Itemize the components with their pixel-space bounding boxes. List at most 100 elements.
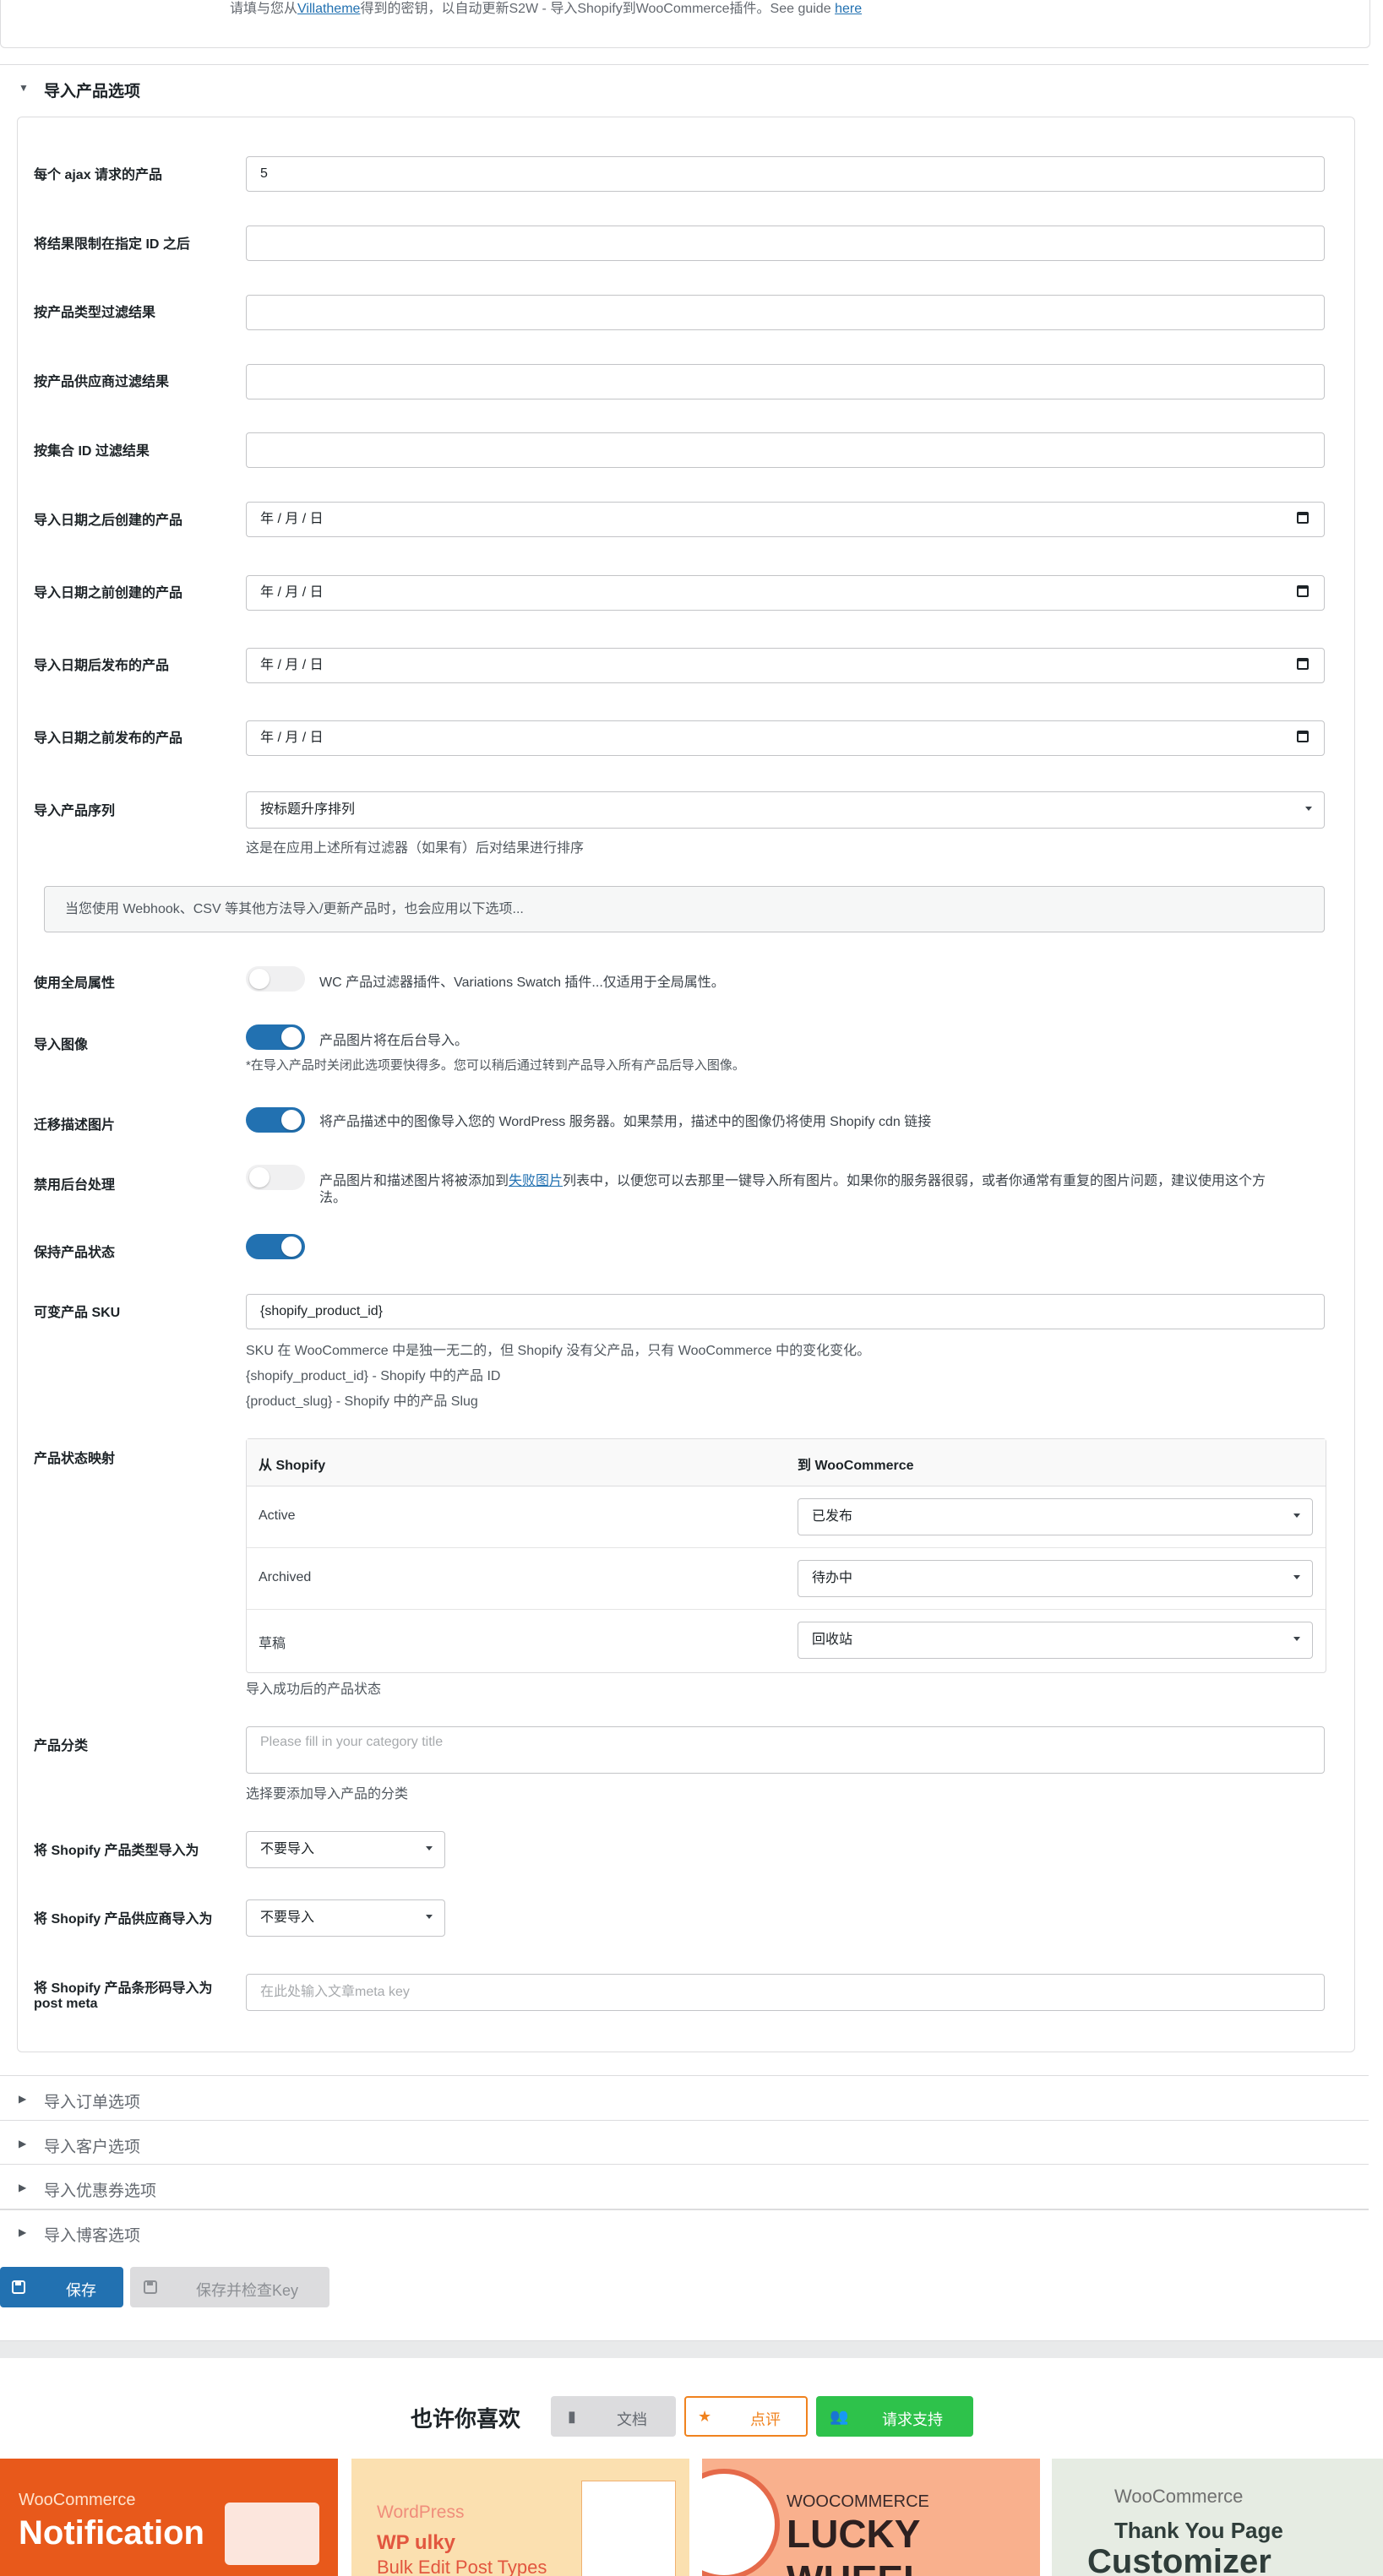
to-status-select[interactable]: 待办中 xyxy=(798,1560,1313,1597)
order-select[interactable]: 按标题升序排列 xyxy=(246,791,1325,829)
toggle-knob xyxy=(281,1027,302,1047)
product-type-label: 按产品类型过滤结果 xyxy=(34,306,156,320)
category-input[interactable]: Please fill in your category title xyxy=(246,1726,1325,1774)
section-import-blogs[interactable]: ▶ 导入博客选项 xyxy=(0,2209,1369,2245)
type-import-select[interactable]: 不要导入 xyxy=(246,1831,445,1868)
caret-right-icon: ▶ xyxy=(19,2226,27,2238)
section-import-products[interactable]: ▼ 导入产品选项 xyxy=(0,64,1369,109)
disable-background-text-line2: 法。 xyxy=(319,1191,347,1205)
calendar-icon[interactable] xyxy=(1297,585,1309,597)
vendor-import-label: 将 Shopify 产品供应商导入为 xyxy=(34,1912,213,1927)
products-per-request-label: 每个 ajax 请求的产品 xyxy=(34,168,163,182)
created-after-date[interactable]: 年 / 月 / 日 xyxy=(246,502,1325,537)
review-button[interactable]: ★ 点评 xyxy=(684,2396,808,2437)
calendar-icon[interactable] xyxy=(1297,731,1309,742)
section-title: 导入博客选项 xyxy=(44,2227,141,2245)
failed-images-link[interactable]: 失败图片 xyxy=(509,1174,563,1188)
collection-id-input[interactable] xyxy=(246,432,1325,468)
section-import-coupons[interactable]: ▶ 导入优惠券选项 xyxy=(0,2164,1369,2209)
vendor-import-select[interactable]: 不要导入 xyxy=(246,1899,445,1937)
calendar-icon[interactable] xyxy=(1297,658,1309,670)
barcode-import-label: 将 Shopify 产品条形码导入为 xyxy=(34,1981,213,1996)
sku-help-2: {shopify_product_id} - Shopify 中的产品 ID xyxy=(246,1369,501,1383)
disable-background-label: 禁用后台处理 xyxy=(34,1178,116,1193)
published-before-date[interactable]: 年 / 月 / 日 xyxy=(246,720,1325,756)
created-before-date[interactable]: 年 / 月 / 日 xyxy=(246,575,1325,611)
floppy-icon xyxy=(12,2280,25,2294)
vendor-input[interactable] xyxy=(246,364,1325,399)
notification-mockup xyxy=(225,2503,319,2565)
caret-right-icon: ▶ xyxy=(19,2093,27,2105)
promo-card-lucky-wheel[interactable]: WOOCOMMERCE LUCKY WHEEL xyxy=(702,2459,1040,2576)
sku-input[interactable]: {shopify_product_id} xyxy=(246,1294,1325,1329)
sku-label: 可变产品 SKU xyxy=(34,1306,121,1320)
toggle-knob xyxy=(281,1236,302,1257)
order-label: 导入产品序列 xyxy=(34,804,116,818)
promo-card-thankyou[interactable]: WooCommerce Thank You Page Customizer xyxy=(1052,2459,1383,2576)
vendor-label: 按产品供应商过滤结果 xyxy=(34,375,170,389)
status-map-help: 导入成功后的产品状态 xyxy=(246,1682,382,1697)
product-type-input[interactable] xyxy=(246,295,1325,330)
disable-background-text: 产品图片和描述图片将被添加到失败图片列表中，以便您可以去那里一键导入所有图片。如… xyxy=(319,1174,1266,1188)
col-from: 从 Shopify xyxy=(259,1459,326,1473)
global-attributes-toggle[interactable] xyxy=(246,966,305,992)
caret-right-icon: ▶ xyxy=(19,2138,27,2149)
save-button[interactable]: 保存 xyxy=(0,2267,123,2307)
import-images-label: 导入图像 xyxy=(34,1038,89,1052)
promo-card-notification[interactable]: WooCommerce Notification xyxy=(0,2459,338,2576)
to-status-select[interactable]: 已发布 xyxy=(798,1498,1313,1535)
section-title: 导入客户选项 xyxy=(44,2139,141,2156)
sku-help-3: {product_slug} - Shopify 中的产品 Slug xyxy=(246,1394,478,1409)
migrate-desc-images-toggle[interactable] xyxy=(246,1107,305,1133)
type-import-label: 将 Shopify 产品类型导入为 xyxy=(34,1844,199,1858)
from-status: Active xyxy=(259,1508,296,1523)
from-status: 草稿 xyxy=(259,1637,286,1651)
notice-box: 当您使用 Webhook、CSV 等其他方法导入/更新产品时，也会应用以下选项.… xyxy=(44,886,1325,932)
order-help: 这是在应用上述所有过滤器（如果有）后对结果进行排序 xyxy=(246,841,585,856)
star-icon: ★ xyxy=(698,2408,712,2425)
caret-down-icon xyxy=(426,1846,433,1850)
sku-help-1: SKU 在 WooCommerce 中是独一无二的，但 Shopify 没有父产… xyxy=(246,1344,871,1358)
section-title: 导入订单选项 xyxy=(44,2094,141,2111)
status-map-label: 产品状态映射 xyxy=(34,1452,116,1466)
toggle-knob xyxy=(249,1167,270,1187)
wheel-graphic xyxy=(702,2469,780,2576)
caret-down-icon: ▼ xyxy=(19,82,29,94)
since-id-label: 将结果限制在指定 ID 之后 xyxy=(34,237,190,252)
migrate-desc-images-label: 迁移描述图片 xyxy=(34,1118,116,1133)
promo-card-bulky[interactable]: WordPress WP ulky Bulk Edit Post Types xyxy=(351,2459,689,2576)
category-help: 选择要添加导入产品的分类 xyxy=(246,1787,409,1802)
support-button[interactable]: 👥 请求支持 xyxy=(816,2396,973,2437)
from-status: Archived xyxy=(259,1570,312,1584)
migrate-desc-images-text: 将产品描述中的图像导入您的 WordPress 服务器。如果禁用，描述中的图像仍… xyxy=(319,1115,932,1129)
footer-divider xyxy=(0,2340,1383,2358)
calendar-icon[interactable] xyxy=(1297,512,1309,524)
col-to: 到 WooCommerce xyxy=(798,1459,914,1473)
section-import-customers[interactable]: ▶ 导入客户选项 xyxy=(0,2120,1369,2165)
category-label: 产品分类 xyxy=(34,1739,89,1753)
products-per-request-input[interactable]: 5 xyxy=(246,156,1325,192)
floppy-icon xyxy=(144,2280,157,2294)
section-title: 导入产品选项 xyxy=(44,83,141,101)
license-note: 请填与您从Villatheme得到的密钥，以自动更新S2W - 导入Shopif… xyxy=(230,2,863,16)
save-check-key-button[interactable]: 保存并检查Key xyxy=(130,2267,329,2307)
toggle-knob xyxy=(249,969,270,989)
caret-down-icon xyxy=(1305,807,1312,811)
to-status-select[interactable]: 回收站 xyxy=(798,1622,1313,1659)
guide-link[interactable]: here xyxy=(835,2,862,16)
barcode-import-label-2: post meta xyxy=(34,1997,98,2011)
since-id-input[interactable] xyxy=(246,226,1325,261)
caret-down-icon xyxy=(1293,1514,1300,1518)
section-import-orders[interactable]: ▶ 导入订单选项 xyxy=(0,2075,1369,2120)
disable-background-toggle[interactable] xyxy=(246,1165,305,1190)
caret-down-icon xyxy=(426,1915,433,1919)
status-map-table: 从 Shopify 到 WooCommerce Active 已发布 Archi… xyxy=(246,1438,1326,1673)
published-after-date[interactable]: 年 / 月 / 日 xyxy=(246,648,1325,683)
global-attributes-text: WC 产品过滤器插件、Variations Swatch 插件...仅适用于全局… xyxy=(319,976,725,990)
keep-status-toggle[interactable] xyxy=(246,1234,305,1259)
published-after-label: 导入日期后发布的产品 xyxy=(34,659,170,673)
docs-button[interactable]: ▮ 文档 xyxy=(551,2396,676,2437)
villatheme-link[interactable]: Villatheme xyxy=(297,2,360,16)
import-images-toggle[interactable] xyxy=(246,1024,305,1050)
barcode-meta-input[interactable]: 在此处输入文章meta key xyxy=(246,1974,1325,2011)
